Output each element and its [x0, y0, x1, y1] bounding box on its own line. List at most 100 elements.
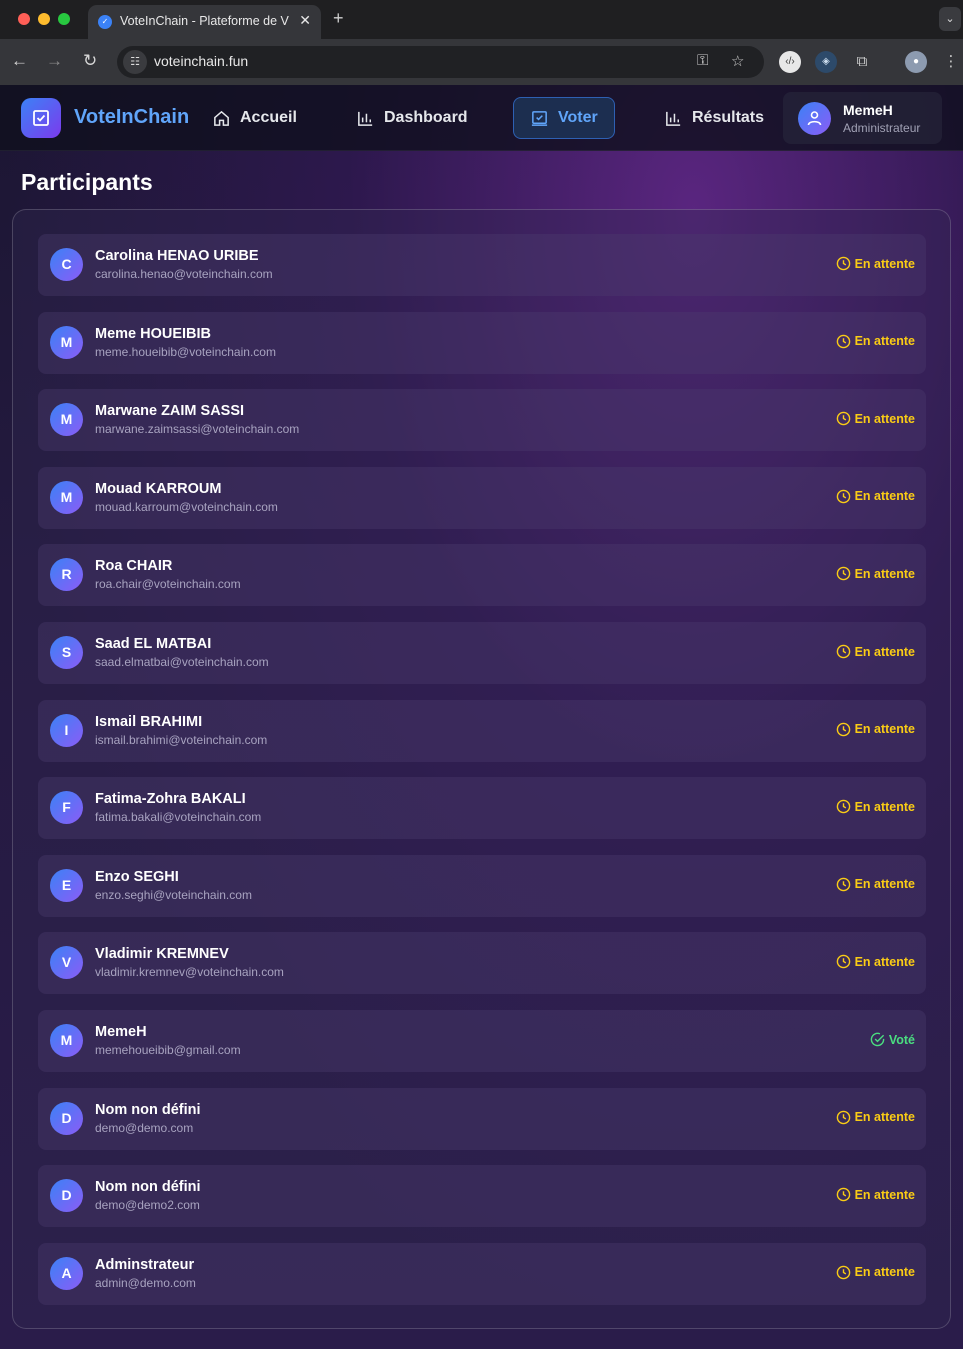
participant-avatar: M	[50, 325, 83, 359]
status-badge: En attente	[836, 644, 915, 659]
participant-name: Enzo SEGHI	[95, 868, 179, 885]
participant-row: I Ismail BRAHIMI ismail.brahimi@voteinch…	[38, 699, 926, 762]
browser-tab[interactable]: ✓ VoteInChain - Plateforme de V ✕	[88, 5, 321, 39]
participant-avatar: V	[50, 946, 83, 980]
participant-row: D Nom non défini demo@demo.com En attent…	[38, 1087, 926, 1150]
forward-button[interactable]: →	[46, 51, 63, 71]
clock-icon	[836, 334, 850, 348]
participant-email: saad.elmatbai@voteinchain.com	[95, 655, 269, 669]
participant-row: M Marwane ZAIM SASSI marwane.zaimsassi@v…	[38, 389, 926, 452]
participant-email: carolina.henao@voteinchain.com	[95, 267, 273, 281]
participant-avatar: M	[50, 480, 83, 514]
brand-name[interactable]: VoteInChain	[74, 106, 189, 129]
site-settings-icon[interactable]: ☷	[123, 50, 147, 74]
nav-voter[interactable]: Voter	[513, 97, 615, 139]
participant-email: memehoueibib@gmail.com	[95, 1043, 241, 1057]
clock-icon	[836, 722, 850, 736]
tab-search-button[interactable]: ⌄	[939, 7, 961, 31]
participant-name: Mouad KARROUM	[95, 480, 222, 497]
nav-resultats[interactable]: Résultats	[648, 97, 780, 139]
bookmark-star-icon[interactable]: ☆	[731, 52, 744, 70]
status-badge: En attente	[836, 489, 915, 504]
participant-row: M MemeH memehoueibib@gmail.com Voté	[38, 1010, 926, 1072]
status-badge: Voté	[870, 1032, 915, 1047]
clock-icon	[836, 1110, 850, 1124]
status-badge: En attente	[836, 411, 915, 426]
participant-avatar: M	[50, 1024, 83, 1057]
participant-name: Adminstrateur	[95, 1256, 195, 1273]
app-header: VoteInChain Accueil Dashboard Voter Résu…	[0, 85, 963, 151]
participant-row: D Nom non défini demo@demo2.com En atten…	[38, 1165, 926, 1228]
key-icon[interactable]: ⚿	[697, 52, 708, 69]
nav-label: Résultats	[692, 109, 765, 126]
maximize-window-button[interactable]	[58, 13, 70, 25]
participant-row: C Carolina HENAO URIBE carolina.henao@vo…	[38, 234, 926, 296]
profile-avatar[interactable]: ●	[905, 51, 927, 73]
participant-email: ismail.brahimi@voteinchain.com	[95, 732, 268, 747]
clock-icon	[836, 567, 850, 581]
participant-email: enzo.seghi@voteinchain.com	[95, 887, 252, 902]
participant-avatar: C	[50, 248, 83, 281]
participant-name: Marwane ZAIM SASSI	[95, 403, 245, 420]
browser-menu-icon[interactable]: ⋮	[940, 51, 962, 73]
status-label: En attente	[854, 1265, 915, 1280]
status-label: En attente	[854, 1187, 915, 1202]
participant-name: Saad EL MATBAI	[95, 636, 212, 652]
participant-email: mouad.karroum@voteinchain.com	[95, 499, 278, 514]
close-window-button[interactable]	[18, 13, 30, 25]
nav-accueil[interactable]: Accueil	[196, 97, 313, 139]
status-label: Voté	[888, 1032, 915, 1047]
participant-name: MemeH	[95, 1024, 147, 1040]
nav-label: Accueil	[240, 109, 297, 126]
status-badge: En attente	[836, 1187, 915, 1202]
clock-icon	[836, 256, 850, 271]
url-text: voteinchain.fun	[154, 53, 249, 69]
tab-close-icon[interactable]: ✕	[299, 12, 311, 29]
tab-title: VoteInChain - Plateforme de V	[120, 14, 289, 28]
participant-name: Ismail BRAHIMI	[95, 713, 203, 730]
reload-button[interactable]: ↻	[83, 51, 97, 71]
participant-name: Vladimir KREMNEV	[95, 946, 229, 963]
clock-icon	[836, 877, 850, 892]
user-avatar	[798, 102, 831, 135]
participant-email: demo@demo2.com	[95, 1198, 200, 1213]
participant-avatar: D	[50, 1179, 83, 1213]
clock-icon	[836, 1265, 850, 1280]
page-title: Participants	[21, 169, 153, 195]
app-root: VoteInChain Accueil Dashboard Voter Résu…	[0, 85, 963, 1349]
participant-name: Fatima-Zohra BAKALI	[95, 791, 246, 808]
nav-label: Dashboard	[384, 109, 468, 126]
status-label: En attente	[854, 1110, 915, 1125]
nav-dashboard[interactable]: Dashboard	[340, 97, 484, 139]
extension-cube-icon[interactable]: ◈	[815, 51, 837, 73]
participant-name: Nom non défini	[95, 1101, 201, 1118]
logo-icon[interactable]	[21, 98, 61, 138]
status-label: En attente	[854, 877, 915, 892]
new-tab-button[interactable]: +	[333, 8, 344, 29]
clock-icon	[836, 1187, 850, 1202]
status-label: En attente	[854, 334, 915, 349]
participant-avatar: R	[50, 558, 83, 592]
participant-avatar: F	[50, 791, 83, 825]
back-button[interactable]: ←	[11, 51, 28, 71]
address-bar[interactable]: ☷ voteinchain.fun ⚿ ☆	[117, 46, 764, 78]
extensions-puzzle-icon[interactable]: ⧉	[851, 51, 873, 73]
participant-email: vladimir.kremnev@voteinchain.com	[95, 965, 284, 980]
participant-name: Nom non défini	[95, 1179, 201, 1196]
participant-row: S Saad EL MATBAI saad.elmatbai@voteincha…	[38, 622, 926, 684]
minimize-window-button[interactable]	[38, 13, 50, 25]
participant-avatar: S	[50, 636, 83, 669]
status-label: En attente	[854, 256, 915, 271]
participant-row: E Enzo SEGHI enzo.seghi@voteinchain.com …	[38, 854, 926, 917]
bar-chart-icon	[666, 111, 681, 126]
status-label: En attente	[854, 411, 915, 426]
browser-tab-bar: ✓ VoteInChain - Plateforme de V ✕ + ⌄	[0, 0, 963, 39]
participant-name: Roa CHAIR	[95, 558, 173, 575]
participant-row: F Fatima-Zohra BAKALI fatima.bakali@vote…	[38, 777, 926, 840]
status-label: En attente	[854, 644, 915, 659]
user-menu[interactable]: MemeH Administrateur	[783, 92, 942, 144]
participant-name: Carolina HENAO URIBE	[95, 248, 259, 264]
clock-icon	[836, 411, 850, 426]
extension-code-icon[interactable]: ‹/›	[779, 51, 801, 73]
clock-icon	[836, 644, 850, 659]
